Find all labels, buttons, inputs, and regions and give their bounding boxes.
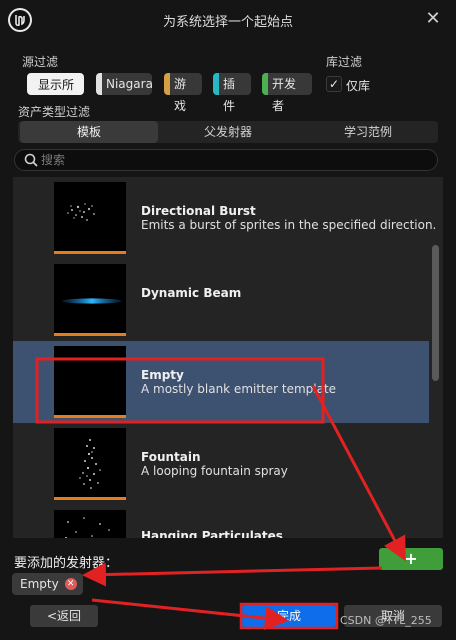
list-item-hanging-particulates[interactable]: Hanging Particulates: [13, 505, 429, 538]
list-item-empty[interactable]: Empty A mostly blank emitter template: [13, 341, 429, 423]
empty-thumbnail: [54, 346, 126, 418]
selected-emitter-label: Empty: [20, 577, 59, 591]
chip-niagara[interactable]: Niagara: [96, 73, 153, 95]
search-input[interactable]: [41, 152, 431, 168]
library-only-label: 仅库: [346, 79, 371, 93]
library-only-checkbox[interactable]: ✓: [326, 76, 342, 92]
asset-type-tabs: 模板 父发射器 学习范例: [18, 121, 438, 143]
chip-color-bar: [213, 73, 219, 95]
emitter-name: Dynamic Beam: [141, 286, 242, 300]
asset-type-filter-label: 资产类型过滤: [18, 105, 91, 119]
chip-label: 开发者: [272, 77, 297, 113]
emitters-to-add-label: 要添加的发射器：: [14, 556, 119, 571]
search-icon: [24, 153, 38, 167]
chip-label: Niagara: [106, 77, 153, 91]
remove-icon[interactable]: ✕: [64, 578, 77, 590]
close-icon[interactable]: ✕: [422, 8, 444, 30]
window-title: 为系统选择一个起始点: [162, 15, 293, 30]
list-item-fountain[interactable]: Fountain A looping fountain spray: [13, 423, 429, 505]
done-button[interactable]: 完成: [241, 605, 337, 627]
tab-learning-examples[interactable]: 学习范例: [298, 121, 438, 143]
list-item-dynamic-beam[interactable]: Dynamic Beam: [13, 259, 429, 341]
emitter-name: Fountain: [141, 450, 201, 464]
search-box[interactable]: [14, 149, 438, 171]
emitter-name: Directional Burst: [141, 204, 256, 218]
annotation-arrow: [82, 562, 383, 587]
list-item-directional-burst[interactable]: Directional Burst Emits a burst of sprit…: [13, 177, 436, 259]
emitter-description: A looping fountain spray: [141, 464, 288, 478]
watermark: CSDN @TTL_255: [340, 614, 432, 627]
chip-developer[interactable]: 开发者: [262, 73, 312, 113]
chip-color-bar: [164, 73, 170, 95]
title-bar: 为系统选择一个起始点 ✕: [0, 0, 456, 40]
emitter-name: Empty: [141, 368, 184, 382]
source-filter-label: 源过滤: [22, 55, 59, 69]
selected-emitter-chip: Empty ✕: [12, 573, 83, 595]
chip-color-bar: [262, 73, 268, 95]
chip-label: 游戏: [174, 77, 187, 113]
library-filter-label: 库过滤: [326, 55, 363, 69]
emitter-description: A mostly blank emitter template: [141, 382, 337, 396]
dynamic-beam-thumbnail: [54, 264, 126, 336]
emitter-description: Emits a burst of sprites in the specifie…: [141, 218, 437, 232]
list-scrollbar[interactable]: [432, 245, 439, 381]
chip-games[interactable]: 游戏: [164, 73, 202, 113]
chip-show-all[interactable]: 显示所有: [27, 73, 84, 114]
chip-plugins[interactable]: 插件: [213, 73, 251, 113]
hanging-particulates-thumbnail: [54, 510, 126, 538]
chip-label: 插件: [223, 77, 236, 113]
chip-color-bar: [96, 73, 102, 95]
back-button[interactable]: <返回: [30, 605, 98, 627]
fountain-thumbnail: [54, 428, 126, 500]
emitter-name: Hanging Particulates: [141, 529, 283, 538]
directional-burst-thumbnail: [54, 182, 126, 254]
add-emitter-button[interactable]: +: [379, 548, 443, 570]
tab-templates[interactable]: 模板: [20, 121, 158, 143]
tab-parent-emitters[interactable]: 父发射器: [158, 121, 298, 143]
emitter-list: Directional Burst Emits a burst of sprit…: [13, 177, 443, 538]
